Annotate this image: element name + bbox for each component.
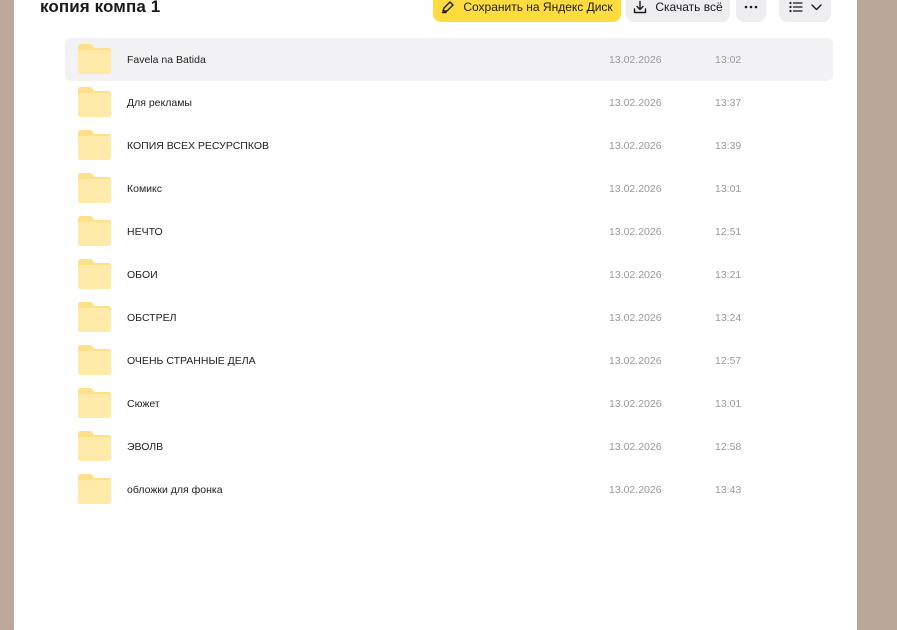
folder-icon: [78, 216, 111, 246]
folder-icon: [78, 345, 111, 375]
file-name: обложки для фонка: [127, 483, 223, 496]
file-date: 13.02.2026: [609, 182, 662, 195]
file-date: 13.02.2026: [609, 53, 662, 66]
public-folder-panel: копия компа 1 Сохранить на Яндекс Диск С…: [14, 0, 857, 630]
file-time: 13:37: [715, 96, 742, 109]
folder-icon: [78, 173, 111, 203]
file-time: 13:02: [715, 53, 742, 66]
file-time: 13:01: [715, 182, 742, 195]
file-date: 13.02.2026: [609, 311, 662, 324]
file-time: 13:39: [715, 139, 742, 152]
file-row[interactable]: Комикс 13.02.2026 13:01: [65, 167, 833, 210]
file-name: Комикс: [127, 182, 163, 195]
folder-icon: [78, 130, 111, 160]
view-mode-button[interactable]: [779, 0, 831, 22]
toolbar: Сохранить на Яндекс Диск Скачать всё: [14, 0, 857, 22]
file-row[interactable]: Сюжет 13.02.2026 13:01: [65, 382, 833, 425]
file-row[interactable]: ОЧЕНЬ СТРАННЫЕ ДЕЛА 13.02.2026 12:57: [65, 339, 833, 382]
file-date: 13.02.2026: [609, 268, 662, 281]
folder-icon: [78, 388, 111, 418]
more-dots-icon: [744, 5, 758, 9]
file-date: 13.02.2026: [609, 96, 662, 109]
pencil-icon: [441, 0, 455, 14]
file-name: ОЧЕНЬ СТРАННЫЕ ДЕЛА: [127, 354, 256, 367]
save-to-disk-button[interactable]: Сохранить на Яндекс Диск: [433, 0, 621, 22]
file-name: ЭВОЛВ: [127, 440, 164, 453]
file-name: КОПИЯ ВСЕХ РЕСУРСПКОВ: [127, 139, 270, 152]
file-date: 13.02.2026: [609, 139, 662, 152]
file-row[interactable]: ОБСТРЕЛ 13.02.2026 13:24: [65, 296, 833, 339]
folder-icon: [78, 87, 111, 117]
file-date: 13.02.2026: [609, 397, 662, 410]
file-name: Для рекламы: [127, 96, 192, 109]
folder-icon: [78, 44, 111, 74]
file-list: Favela na Batida 13.02.2026 13:02 Для ре…: [65, 38, 833, 511]
file-date: 13.02.2026: [609, 354, 662, 367]
file-name: ОБСТРЕЛ: [127, 311, 177, 324]
file-row[interactable]: Для рекламы 13.02.2026 13:37: [65, 81, 833, 124]
file-time: 13:24: [715, 311, 742, 324]
file-date: 13.02.2026: [609, 483, 662, 496]
folder-icon: [78, 431, 111, 461]
file-time: 13:43: [715, 483, 742, 496]
list-view-icon: [788, 1, 803, 13]
file-row[interactable]: НЕЧТО 13.02.2026 12:51: [65, 210, 833, 253]
file-row[interactable]: КОПИЯ ВСЕХ РЕСУРСПКОВ 13.02.2026 13:39: [65, 124, 833, 167]
file-date: 13.02.2026: [609, 440, 662, 453]
file-date: 13.02.2026: [609, 225, 662, 238]
folder-icon: [78, 474, 111, 504]
file-time: 12:51: [715, 225, 742, 238]
file-row[interactable]: обложки для фонка 13.02.2026 13:43: [65, 468, 833, 511]
folder-icon: [78, 259, 111, 289]
file-name: Сюжет: [127, 397, 160, 410]
file-name: НЕЧТО: [127, 225, 163, 238]
download-icon: [633, 0, 647, 14]
file-time: 13:01: [715, 397, 742, 410]
file-row[interactable]: ОБОИ 13.02.2026 13:21: [65, 253, 833, 296]
chevron-down-icon: [810, 3, 822, 11]
download-button-label: Скачать всё: [655, 0, 723, 14]
file-row[interactable]: Favela na Batida 13.02.2026 13:02: [65, 38, 833, 81]
download-all-button[interactable]: Скачать всё: [626, 0, 730, 22]
file-time: 12:57: [715, 354, 742, 367]
file-name: ОБОИ: [127, 268, 158, 281]
save-button-label: Сохранить на Яндекс Диск: [463, 0, 613, 14]
file-name: Favela na Batida: [127, 53, 206, 66]
more-button[interactable]: [736, 0, 766, 22]
folder-icon: [78, 302, 111, 332]
file-time: 13:21: [715, 268, 742, 281]
file-time: 12:58: [715, 440, 742, 453]
file-row[interactable]: ЭВОЛВ 13.02.2026 12:58: [65, 425, 833, 468]
